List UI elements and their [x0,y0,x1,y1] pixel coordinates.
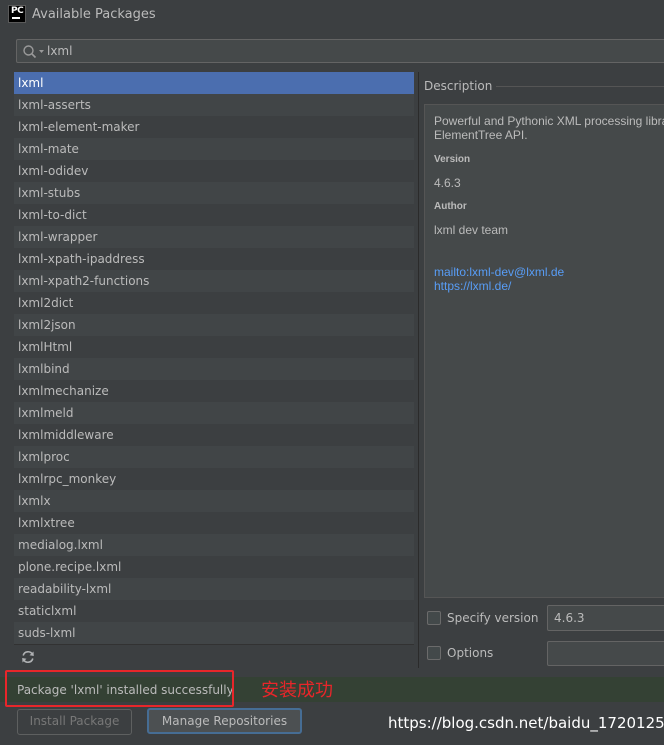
description-header: Description [424,79,493,93]
package-list-item[interactable]: lxml-xpath2-functions [14,270,414,292]
package-list-item[interactable]: medialog.lxml [14,534,414,556]
description-line-1: Powerful and Pythonic XML processing lib… [434,114,664,128]
status-highlight-box [5,670,234,707]
install-package-button[interactable]: Install Package [17,709,132,735]
package-list-item[interactable]: staticlxml [14,600,414,622]
package-list-item[interactable]: readability-lxml [14,578,414,600]
search-input[interactable] [47,42,647,60]
package-list-item[interactable]: suds-lxml [14,622,414,644]
package-list-item[interactable]: lxml-xpath-ipaddress [14,248,414,270]
description-line-2: ElementTree API. [434,128,528,142]
author-email-link[interactable]: mailto:lxml-dev@lxml.de [434,265,564,279]
description-panel: Powerful and Pythonic XML processing lib… [424,104,664,598]
homepage-link[interactable]: https://lxml.de/ [434,279,511,293]
package-list-item[interactable]: lxml [14,72,414,94]
manage-repositories-button[interactable]: Manage Repositories [147,708,302,734]
specify-version-label: Specify version [447,611,539,625]
refresh-icon[interactable] [20,649,36,665]
package-list-item[interactable]: lxml-odidev [14,160,414,182]
package-list-item[interactable]: lxml2dict [14,292,414,314]
watermark-text: https://blog.csdn.net/baidu_17201253 [388,714,664,732]
package-list-item[interactable]: lxml-mate [14,138,414,160]
author-label: Author [434,201,467,212]
package-list-item[interactable]: lxmlHtml [14,336,414,358]
package-list-item[interactable]: lxmlproc [14,446,414,468]
package-list-item[interactable]: lxml-wrapper [14,226,414,248]
package-list-item[interactable]: lxmlrpc_monkey [14,468,414,490]
package-list-item[interactable]: lxml-to-dict [14,204,414,226]
author-value: lxml dev team [434,223,509,237]
list-footer [14,644,414,668]
version-value: 4.6.3 [434,176,461,190]
package-list-item[interactable]: lxmlmeld [14,402,414,424]
package-list-item[interactable]: lxmlxtree [14,512,414,534]
package-list-item[interactable]: lxmlx [14,490,414,512]
package-list-item[interactable]: lxml2json [14,314,414,336]
package-list-item[interactable]: lxmlmechanize [14,380,414,402]
package-list[interactable]: lxml lxml-asserts lxml-element-maker lxml-m… [14,72,414,644]
success-annotation: 安装成功 [261,680,333,701]
title-bar: PC Available Packages [0,0,664,30]
window-title: Available Packages [32,7,156,22]
options-checkbox[interactable] [427,646,441,660]
panel-divider[interactable] [418,72,419,668]
package-search-box[interactable] [16,39,664,63]
package-list-item[interactable]: plone.recipe.lxml [14,556,414,578]
specify-version-checkbox[interactable] [427,611,441,625]
search-icon[interactable] [22,44,48,60]
description-header-line [496,86,664,87]
package-list-item[interactable]: lxml-stubs [14,182,414,204]
options-input[interactable] [547,641,664,666]
package-list-item[interactable]: lxmlbind [14,358,414,380]
options-label: Options [447,646,494,660]
version-label: Version [434,154,471,165]
description-text: Powerful and Pythonic XML processing lib… [434,114,664,142]
package-list-item[interactable]: lxmlmiddleware [14,424,414,446]
version-select[interactable]: 4.6.3 [547,605,664,631]
package-list-item[interactable]: lxml-asserts [14,94,414,116]
package-list-item[interactable]: lxml-element-maker [14,116,414,138]
pycharm-icon: PC [8,5,26,23]
